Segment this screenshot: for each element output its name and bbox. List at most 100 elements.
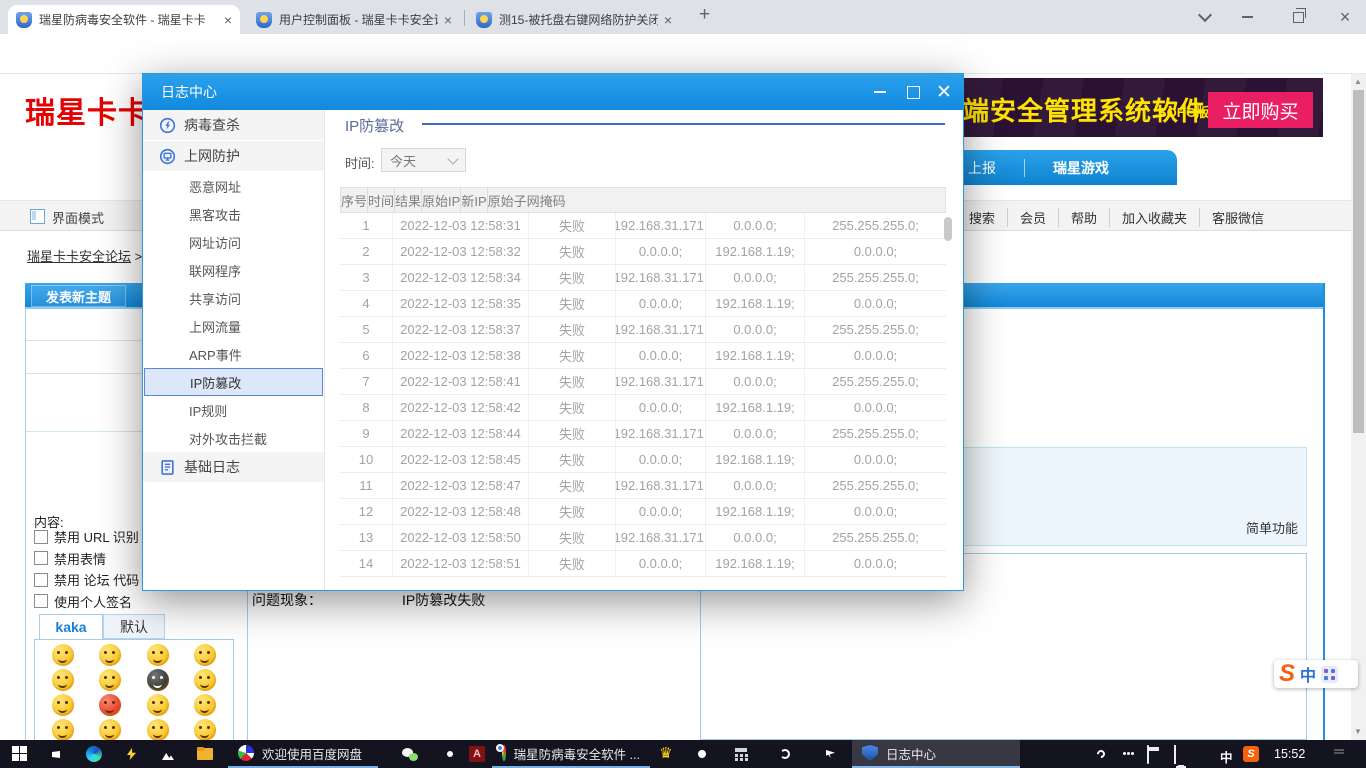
buy-now-button[interactable]: 立即购买 [1208, 92, 1313, 128]
log-sidebar-subitem[interactable]: 恶意网址 [143, 172, 324, 200]
window-close-button[interactable]: × [1326, 0, 1364, 34]
log-sidebar-subitem[interactable]: IP规则 [143, 396, 324, 424]
log-sidebar-subitem[interactable]: IP防篡改 [144, 368, 323, 396]
column-header[interactable]: 结果 [395, 188, 422, 212]
emoticon[interactable] [147, 669, 169, 691]
emoticon[interactable] [99, 669, 121, 691]
dialog-minimize-button[interactable] [863, 74, 897, 110]
emoticon[interactable] [52, 644, 74, 666]
battery-icon[interactable] [1147, 745, 1149, 764]
taskbar-baidu-netdisk-button[interactable]: 欢迎使用百度网盘 [228, 740, 378, 768]
tab-search-chevron-icon[interactable] [1186, 0, 1224, 34]
sogou-ime-bar[interactable]: S 中 [1274, 660, 1358, 688]
network-monitor-icon[interactable] [1174, 745, 1176, 764]
browser-tab[interactable]: 用户控制面板 - 瑞星卡卡安全论 × [248, 5, 460, 34]
emoticon[interactable] [52, 669, 74, 691]
clock[interactable]: 15:52 [1274, 747, 1305, 761]
new-tab-button[interactable]: + [699, 4, 710, 26]
column-header[interactable]: 时间 [368, 188, 395, 212]
compose-checkbox-row[interactable]: 使用个人签名 [34, 592, 132, 611]
table-row[interactable]: 7 2022-12-03 12:58:41 失败 192.168.31.171;… [340, 369, 946, 395]
table-scrollbar-thumb[interactable] [944, 217, 952, 241]
log-sidebar-subitem[interactable]: 网址访问 [143, 228, 324, 256]
emoticon[interactable] [194, 719, 216, 741]
tab-close-icon[interactable]: × [224, 13, 232, 27]
dialog-maximize-button[interactable] [896, 74, 930, 110]
tab-close-icon[interactable]: × [444, 13, 452, 27]
toolbar-link[interactable]: 客服微信 [1199, 208, 1276, 227]
table-row[interactable]: 6 2022-12-03 12:58:38 失败 0.0.0.0; 192.16… [340, 343, 946, 369]
emoticon[interactable] [52, 694, 74, 716]
ime-lang-indicator[interactable]: 中 [1300, 662, 1316, 686]
ime-menu-grid-icon[interactable] [1321, 666, 1338, 683]
column-header[interactable]: 原始子网掩码 [488, 188, 566, 212]
dialog-title-bar[interactable]: 日志中心 [143, 74, 963, 110]
window-restore-button[interactable] [1279, 0, 1317, 34]
sidebar-group-base-log[interactable]: 基础日志 [143, 452, 324, 483]
table-row[interactable]: 12 2022-12-03 12:58:48 失败 0.0.0.0; 192.1… [340, 499, 946, 525]
time-filter-select[interactable]: 今天 [381, 148, 466, 172]
compose-checkbox-row[interactable]: 禁用表情 [34, 549, 106, 568]
scroll-down-icon[interactable]: ▼ [1354, 727, 1362, 736]
browser-tab[interactable]: 测15-被托盘右键网络防护关闭的 × [468, 5, 680, 34]
tab-close-icon[interactable]: × [664, 13, 672, 27]
table-row[interactable]: 14 2022-12-03 12:58:51 失败 0.0.0.0; 192.1… [340, 551, 946, 577]
log-sidebar-subitem[interactable]: 黑客攻击 [143, 200, 324, 228]
emoticon[interactable] [194, 669, 216, 691]
column-header[interactable]: 新IP [461, 188, 487, 212]
dialog-close-button[interactable]: ✕ [927, 74, 961, 110]
layout-mode-icon[interactable] [30, 209, 45, 224]
log-sidebar-subitem[interactable]: 上网流量 [143, 312, 324, 340]
table-row[interactable]: 10 2022-12-03 12:58:45 失败 0.0.0.0; 192.1… [340, 447, 946, 473]
emoticon[interactable] [147, 694, 169, 716]
sidebar-group-virus-scan[interactable]: 病毒查杀 [143, 110, 324, 141]
emoticon[interactable] [99, 694, 121, 716]
log-sidebar-subitem[interactable]: ARP事件 [143, 340, 324, 368]
log-sidebar-subitem[interactable]: 对外攻击拦截 [143, 424, 324, 452]
toolbar-link[interactable]: 帮助 [1058, 208, 1109, 227]
table-row[interactable]: 3 2022-12-03 12:58:34 失败 192.168.31.171;… [340, 265, 946, 291]
emote-tab-kaka[interactable]: kaka [39, 614, 103, 639]
toolbar-link[interactable]: 会员 [1007, 208, 1058, 227]
taskbar-log-center-button[interactable]: 日志中心 [852, 740, 1020, 768]
toolbar-link[interactable]: 搜索 [956, 208, 1007, 227]
checkbox[interactable] [34, 530, 48, 544]
emoticon[interactable] [99, 719, 121, 741]
sogou-tray-icon[interactable]: S [1243, 746, 1259, 762]
emoticon[interactable] [99, 644, 121, 666]
compose-checkbox-row[interactable]: 禁用 URL 识别 [34, 527, 139, 546]
page-scrollbar[interactable]: ▲ ▼ [1351, 74, 1366, 740]
table-row[interactable]: 9 2022-12-03 12:58:44 失败 192.168.31.171;… [340, 421, 946, 447]
toolbar-link[interactable]: 加入收藏夹 [1109, 208, 1199, 227]
autocad-icon[interactable]: A [469, 746, 485, 762]
checkbox[interactable] [34, 594, 48, 608]
emoticon[interactable] [194, 644, 216, 666]
nav-tab-report[interactable]: 上报 [968, 158, 996, 178]
edge-icon[interactable] [86, 746, 102, 762]
table-row[interactable]: 4 2022-12-03 12:58:35 失败 0.0.0.0; 192.16… [340, 291, 946, 317]
emote-tab-default[interactable]: 默认 [103, 614, 165, 639]
checkbox[interactable] [34, 551, 48, 565]
browser-tab-active[interactable]: 瑞星防病毒安全软件 - 瑞星卡卡 × [8, 5, 240, 34]
new-topic-button[interactable]: 发表新主题 [31, 285, 126, 307]
checkbox[interactable] [34, 573, 48, 587]
page-scrollbar-thumb[interactable] [1353, 90, 1364, 433]
taskbar-chrome-button[interactable]: 瑞星防病毒安全软件 ... [492, 740, 650, 768]
scroll-up-icon[interactable]: ▲ [1354, 77, 1362, 86]
nav-tab-game[interactable]: 瑞星游戏 [1053, 158, 1109, 178]
table-row[interactable]: 8 2022-12-03 12:58:42 失败 0.0.0.0; 192.16… [340, 395, 946, 421]
emoticon[interactable] [194, 694, 216, 716]
table-row[interactable]: 11 2022-12-03 12:58:47 失败 192.168.31.171… [340, 473, 946, 499]
ime-indicator[interactable]: 中 [1220, 747, 1233, 766]
sidebar-group-net-protect[interactable]: 上网防护 [143, 141, 324, 172]
log-sidebar-subitem[interactable]: 联网程序 [143, 256, 324, 284]
mode-label[interactable]: 界面模式 [52, 208, 104, 227]
column-header[interactable]: 序号 [341, 188, 368, 212]
window-minimize-button[interactable] [1228, 0, 1266, 34]
crown-app-icon[interactable]: ♛ [658, 746, 674, 762]
compose-checkbox-row[interactable]: 禁用 论坛 代码 [34, 570, 139, 589]
table-row[interactable]: 13 2022-12-03 12:58:50 失败 192.168.31.171… [340, 525, 946, 551]
emoticon[interactable] [147, 644, 169, 666]
breadcrumb-link[interactable]: 瑞星卡卡安全论坛 [27, 249, 131, 264]
log-sidebar-subitem[interactable]: 共享访问 [143, 284, 324, 312]
